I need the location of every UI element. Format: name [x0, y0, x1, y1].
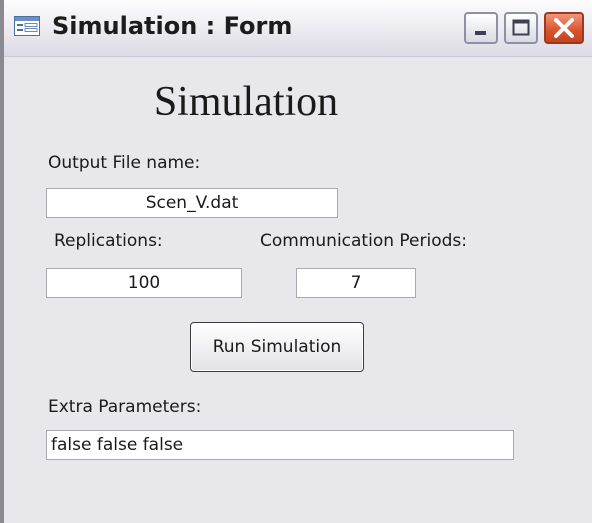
- output-file-label: Output File name:: [48, 153, 201, 173]
- form-view-icon[interactable]: [14, 16, 40, 36]
- form-heading: Simulation: [153, 79, 339, 125]
- minimize-button[interactable]: [464, 12, 498, 44]
- extra-parameters-label: Extra Parameters:: [48, 397, 202, 417]
- maximize-icon: [512, 19, 530, 36]
- title-bar[interactable]: Simulation : Form: [4, 0, 592, 57]
- run-simulation-button[interactable]: Run Simulation: [190, 322, 364, 372]
- replications-label: Replications:: [54, 231, 163, 251]
- replications-field[interactable]: 100: [46, 268, 242, 298]
- output-file-field[interactable]: Scen_V.dat: [46, 188, 338, 218]
- close-button[interactable]: [544, 12, 584, 44]
- simulation-form-window: Simulation : Form Simulation Output File…: [0, 0, 592, 523]
- window-title: Simulation : Form: [52, 12, 293, 40]
- minimize-icon: [475, 31, 486, 35]
- communication-periods-label: Communication Periods:: [260, 231, 467, 251]
- maximize-button[interactable]: [504, 12, 538, 44]
- close-icon: [554, 18, 574, 38]
- extra-parameters-field[interactable]: false false false: [46, 430, 514, 460]
- communication-periods-field[interactable]: 7: [296, 268, 416, 298]
